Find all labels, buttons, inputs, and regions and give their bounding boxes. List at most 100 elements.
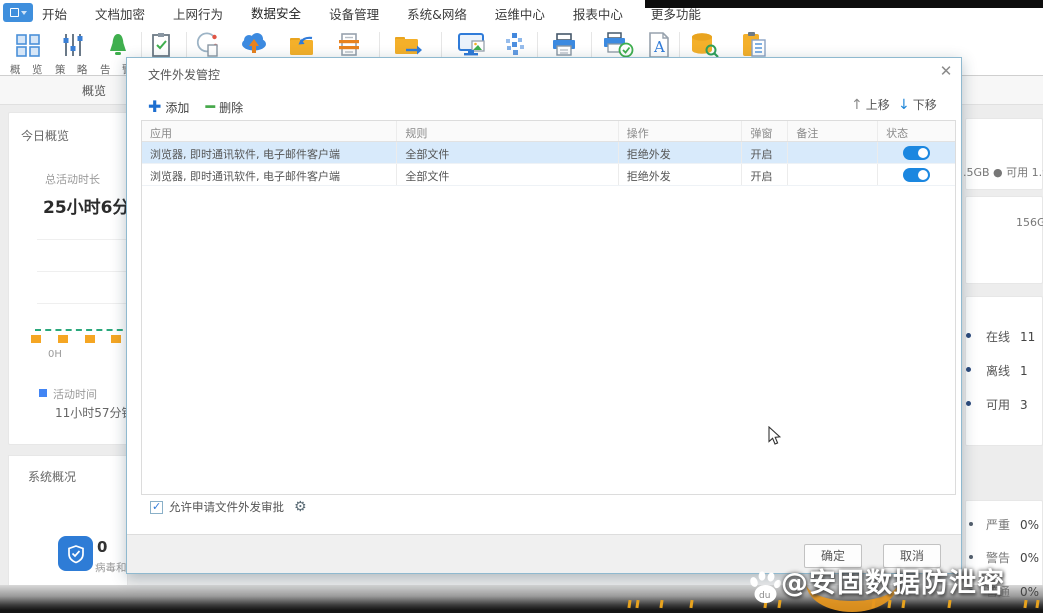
rules-table: 应用 规则 操作 弹窗 备注 状态 浏览器, 即时通讯软件, 电子邮件客户端 全… <box>141 120 956 495</box>
bullet-icon <box>966 401 971 406</box>
screen: 开始 文档加密 上网行为 数据安全 设备管理 系统&网络 运维中心 报表中心 更… <box>0 0 1043 613</box>
header-action[interactable]: 操作 <box>619 121 743 141</box>
cell-popup: 开启 <box>742 164 788 185</box>
overview-grid-icon[interactable] <box>13 30 43 60</box>
app-menu-button[interactable] <box>3 3 33 22</box>
axis-tick-label: 0H <box>48 349 62 360</box>
document-print-icon[interactable] <box>334 30 364 60</box>
cell-rule: 全部文件 <box>397 164 618 185</box>
tab-overview[interactable]: 概览 <box>82 82 106 99</box>
plus-icon: ✚ <box>148 97 161 116</box>
svg-text:A: A <box>653 38 665 56</box>
approval-checkbox-row: 允许申请文件外发审批 ⚙ <box>150 499 307 515</box>
arrow-down-icon: ↓ <box>898 97 910 113</box>
chart-gridline <box>37 239 129 240</box>
legend-label: 活动时间 <box>53 386 97 402</box>
cell-app: 浏览器, 即时通讯软件, 电子邮件客户端 <box>142 142 397 163</box>
printer-shield-icon[interactable] <box>601 30 635 60</box>
delete-rule-button[interactable]: ━删除 <box>205 97 243 116</box>
storage-summary-text: .5GB ● 可用 1.9T <box>963 164 1043 180</box>
legend-value: 11小时57分钟 <box>55 404 134 421</box>
legend-swatch <box>39 389 47 397</box>
cell-action: 拒绝外发 <box>619 142 743 163</box>
terminal-online-item: 在线11 <box>986 328 1035 345</box>
header-remark[interactable]: 备注 <box>788 121 878 141</box>
header-status[interactable]: 状态 <box>878 121 955 141</box>
table-header-row: 应用 规则 操作 弹窗 备注 状态 <box>142 121 955 142</box>
ribbon-label-policy: 策 略 <box>55 62 91 77</box>
menu-item-ops-center[interactable]: 运维中心 <box>493 0 547 28</box>
cloud-upload-icon[interactable] <box>239 30 269 60</box>
minus-icon: ━ <box>205 97 215 116</box>
antivirus-shield-icon <box>58 536 93 571</box>
header-app[interactable]: 应用 <box>142 121 397 141</box>
menu-item-data-security[interactable]: 数据安全 <box>249 0 303 29</box>
bullet-icon <box>966 333 971 338</box>
menu-item-system-network[interactable]: 系统&网络 <box>405 0 469 28</box>
terminal-offline-item: 离线1 <box>986 362 1028 379</box>
watermark-doc-icon[interactable]: A <box>644 30 674 60</box>
baidu-paw-icon: du <box>746 568 784 611</box>
menu-item-web-behavior[interactable]: 上网行为 <box>171 0 225 28</box>
alert-severe-item: 严重0% <box>986 516 1039 533</box>
watermark-text: @安固数据防泄密 <box>781 561 1005 600</box>
mouse-cursor <box>768 426 782 449</box>
approval-checkbox-label: 允许申请文件外发审批 <box>169 499 284 515</box>
storage-size-text: 156G <box>1016 216 1043 229</box>
folder-return-icon[interactable] <box>287 30 317 60</box>
add-rule-button[interactable]: ✚添加 <box>148 97 189 116</box>
virus-count: 0 <box>97 538 107 556</box>
table-row[interactable]: 浏览器, 即时通讯软件, 电子邮件客户端 全部文件 拒绝外发 开启 <box>142 164 955 186</box>
printer-icon[interactable] <box>549 30 579 60</box>
cell-app: 浏览器, 即时通讯软件, 电子邮件客户端 <box>142 164 397 185</box>
chart-bar-marker <box>58 335 68 343</box>
cell-popup: 开启 <box>742 142 788 163</box>
header-popup[interactable]: 弹窗 <box>742 121 788 141</box>
bullet-icon <box>966 367 971 372</box>
menu-item-doc-encrypt[interactable]: 文档加密 <box>93 0 147 28</box>
metric-label: 总活动时长 <box>45 171 100 187</box>
close-icon[interactable]: ✕ <box>935 62 957 82</box>
chart-bar-marker <box>31 335 41 343</box>
move-up-button[interactable]: ↑上移 <box>851 96 890 113</box>
chart-dashed-threshold-line <box>35 329 133 331</box>
arrow-up-icon: ↑ <box>851 97 863 113</box>
header-rule[interactable]: 规则 <box>397 121 618 141</box>
status-toggle-on[interactable] <box>903 146 930 160</box>
database-search-icon[interactable] <box>688 30 722 60</box>
chart-gridline <box>37 271 129 272</box>
dialog-toolbar: ✚添加 ━删除 <box>148 96 243 116</box>
system-card-title: 系统概况 <box>28 468 76 485</box>
move-down-button[interactable]: ↓下移 <box>898 96 937 113</box>
alert-bell-icon[interactable] <box>103 30 133 60</box>
cell-status <box>878 164 955 185</box>
chart-bar-marker <box>85 335 95 343</box>
menu-item-device-mgmt[interactable]: 设备管理 <box>327 0 381 28</box>
menu-item-report-center[interactable]: 报表中心 <box>571 0 625 28</box>
bullet-icon <box>969 522 973 526</box>
table-row[interactable]: 浏览器, 即时通讯软件, 电子邮件客户端 全部文件 拒绝外发 开启 <box>142 142 955 164</box>
chevron-down-icon <box>21 11 27 15</box>
folder-export-icon[interactable] <box>393 30 423 60</box>
app-logo-icon <box>10 8 19 17</box>
svg-text:du: du <box>759 591 770 601</box>
status-toggle-on[interactable] <box>903 168 930 182</box>
storage-card-bottom <box>965 196 1043 284</box>
cell-remark <box>788 142 878 163</box>
sync-refresh-icon[interactable] <box>193 30 223 60</box>
approval-checkbox[interactable] <box>150 501 163 514</box>
cell-rule: 全部文件 <box>397 142 618 163</box>
policy-sliders-icon[interactable] <box>58 30 88 60</box>
file-outgoing-control-dialog: 文件外发管控 ✕ ✚添加 ━删除 ↑上移 ↓下移 应用 规则 操作 弹窗 备注 … <box>126 57 962 574</box>
gear-icon[interactable]: ⚙ <box>294 499 307 515</box>
main-menu: 开始 文档加密 上网行为 数据安全 设备管理 系统&网络 运维中心 报表中心 更… <box>40 0 703 27</box>
chart-bar-marker <box>111 335 121 343</box>
menu-item-start[interactable]: 开始 <box>40 0 69 28</box>
screen-pixels-icon[interactable] <box>500 30 530 60</box>
cell-remark <box>788 164 878 185</box>
screen-monitor-icon[interactable] <box>456 30 490 60</box>
audit-clipboard-icon[interactable] <box>146 30 176 60</box>
top-right-black-bar <box>645 0 1043 8</box>
ribbon-label-overview: 概 览 <box>10 62 46 77</box>
clipboard-report-icon[interactable] <box>738 30 772 60</box>
